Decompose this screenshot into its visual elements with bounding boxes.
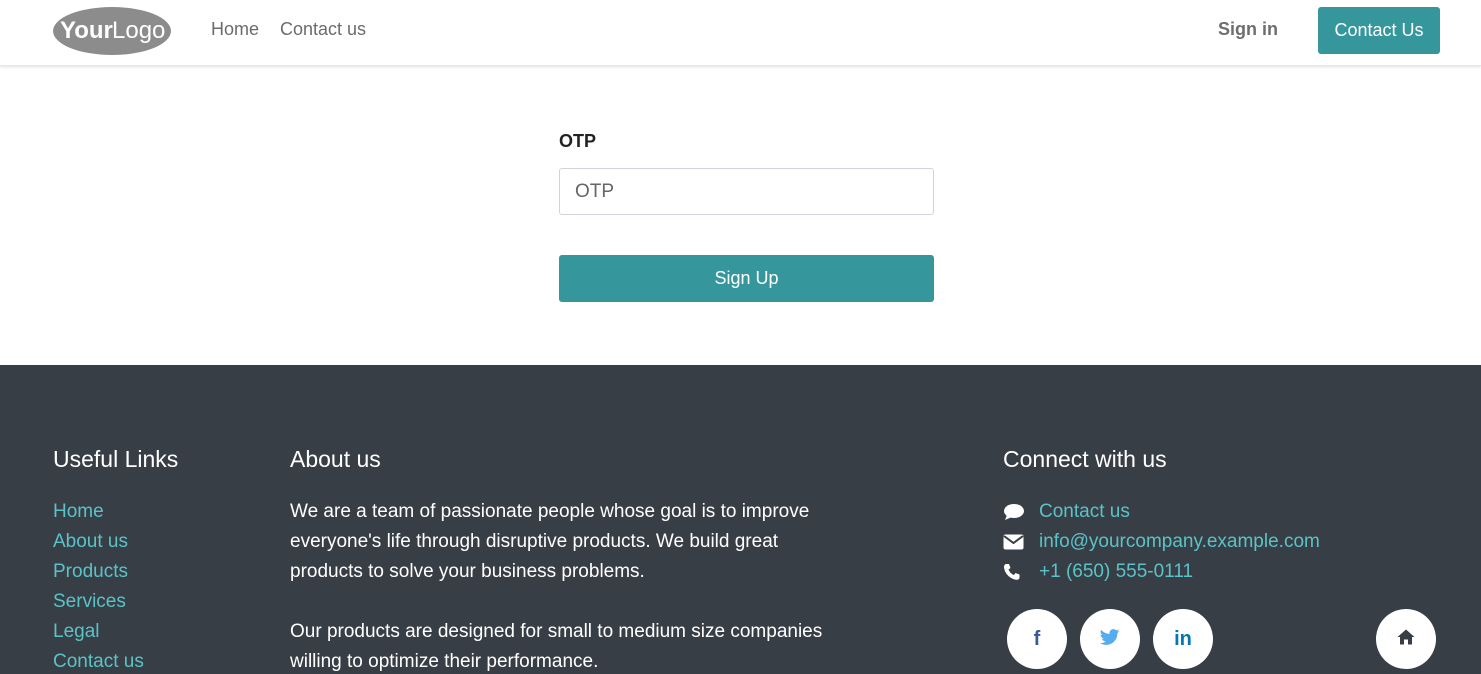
otp-label: OTP	[559, 131, 597, 151]
connect-list: Contact us info@yourcompany.example.com …	[1003, 497, 1320, 587]
footer-link-services[interactable]: Services	[53, 587, 144, 617]
contact-us-button[interactable]: Contact Us	[1318, 7, 1440, 54]
connect-phone-text: +1 (650) 555-0111	[1039, 561, 1194, 582]
home-button[interactable]	[1376, 609, 1436, 669]
main-nav: Home Contact us	[211, 19, 366, 40]
footer-link-about-us[interactable]: About us	[53, 527, 144, 557]
connect-title: Connect with us	[1003, 446, 1167, 472]
home-icon	[1397, 628, 1415, 651]
about-us-text: We are a team of passionate people whose…	[290, 497, 850, 674]
about-paragraph-2: Our products are designed for small to m…	[290, 621, 823, 672]
connect-item-contact[interactable]: Contact us	[1003, 497, 1320, 527]
about-paragraph-1: We are a team of passionate people whose…	[290, 501, 810, 582]
envelope-icon	[1003, 527, 1027, 557]
logo-graphic: Your Logo	[53, 7, 171, 55]
site-footer: Useful Links Home About us Products Serv…	[0, 365, 1481, 674]
footer-link-products[interactable]: Products	[53, 557, 144, 587]
footer-link-home[interactable]: Home	[53, 497, 144, 527]
footer-link-contact-us[interactable]: Contact us	[53, 647, 144, 674]
facebook-button[interactable]: f	[1007, 609, 1067, 669]
about-us-title: About us	[290, 446, 381, 472]
connect-email-text: info@yourcompany.example.com	[1039, 531, 1320, 552]
logo-text-light: Logo	[112, 17, 165, 44]
connect-item-email[interactable]: info@yourcompany.example.com	[1003, 527, 1320, 557]
useful-links-title: Useful Links	[53, 446, 179, 472]
useful-links-list: Home About us Products Services Legal Co…	[53, 497, 144, 674]
nav-contact-us[interactable]: Contact us	[280, 19, 366, 40]
site-header: Your Logo Home Contact us Sign in Contac…	[0, 0, 1481, 66]
linkedin-button[interactable]: in	[1153, 609, 1213, 669]
sign-up-button[interactable]: Sign Up	[559, 255, 934, 302]
phone-icon	[1003, 557, 1027, 587]
logo-text-bold: Your	[60, 17, 113, 44]
twitter-icon	[1099, 628, 1120, 651]
connect-contact-text: Contact us	[1039, 501, 1130, 522]
connect-item-phone[interactable]: +1 (650) 555-0111	[1003, 557, 1320, 587]
footer-link-legal[interactable]: Legal	[53, 617, 144, 647]
sign-in-link[interactable]: Sign in	[1218, 19, 1278, 40]
otp-input[interactable]	[559, 168, 934, 215]
twitter-button[interactable]	[1080, 609, 1140, 669]
site-logo[interactable]: Your Logo	[52, 6, 172, 56]
nav-home[interactable]: Home	[211, 19, 259, 40]
linkedin-icon: in	[1174, 627, 1192, 650]
comment-icon	[1003, 497, 1027, 527]
facebook-icon: f	[1033, 627, 1041, 650]
